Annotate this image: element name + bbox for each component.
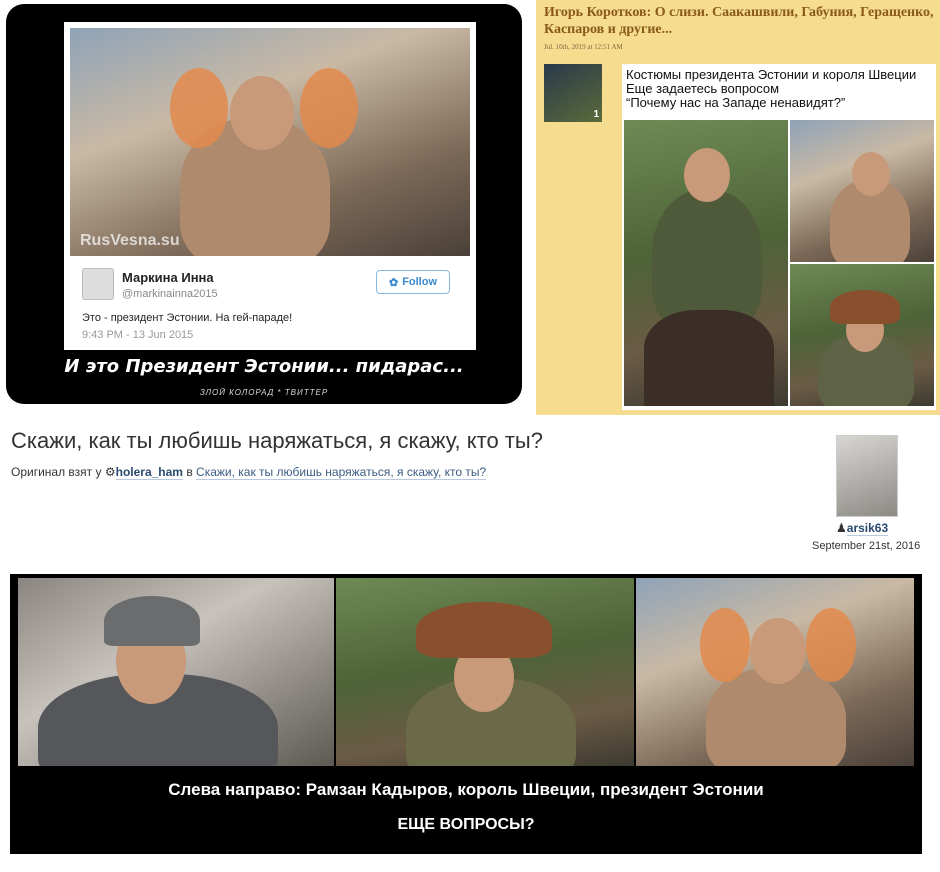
original-in: в — [186, 465, 193, 479]
post-date: September 21st, 2016 — [812, 540, 921, 552]
tweet-author-name: Маркина Инна — [122, 270, 214, 285]
person-head — [230, 76, 294, 150]
meme-subcaption: ЗЛОЙ КОЛОРАД * ТВИТТЕР — [199, 388, 329, 397]
photo-rider — [624, 120, 788, 406]
article-text-line2: Еще задаетесь вопросом — [626, 81, 780, 96]
meme-image-left: RusVesna.su Маркина Инна @markinainna201… — [6, 4, 522, 404]
article-thumbnail[interactable]: 1 — [544, 64, 602, 122]
author-avatar[interactable] — [836, 435, 898, 517]
meme-photo: RusVesna.su — [70, 28, 470, 256]
post-title: Скажи, как ты любишь наряжаться, я скажу… — [11, 428, 543, 453]
wing-decoration — [300, 68, 358, 148]
photo-costume — [790, 120, 934, 262]
tweet-timestamp: 9:43 PM - 13 Jun 2015 — [82, 329, 194, 341]
article-date: Jul. 10th, 2019 at 12:51 AM — [544, 43, 623, 51]
photo-moose-hat — [336, 578, 634, 766]
article-text-line1: Костюмы президента Эстонии и короля Швец… — [626, 67, 917, 82]
article-text-line3: “Почему нас на Западе ненавидят?” — [626, 95, 846, 110]
meme-frame: RusVesna.su Маркина Инна @markinainna201… — [64, 22, 476, 350]
original-user-link[interactable]: holera_ham — [115, 465, 183, 480]
tweet-avatar — [82, 268, 114, 300]
moose-hat — [830, 290, 900, 324]
person-figure — [652, 190, 762, 330]
twitter-bird-icon: ✿ — [388, 276, 399, 289]
meme-subcaption: ЕЩЕ ВОПРОСЫ? — [397, 816, 535, 833]
follow-button[interactable]: ✿ Follow — [376, 270, 450, 294]
original-post-link[interactable]: Скажи, как ты любишь наряжаться, я скажу… — [196, 465, 487, 480]
article-title[interactable]: Игорь Коротков: О слизи. Саакашвили, Габ… — [544, 4, 934, 38]
moose-hat — [416, 602, 552, 658]
photo-costume — [636, 578, 914, 766]
original-source-line: Оригинал взят у ⚙holera_ham в Скажи, как… — [11, 465, 487, 480]
original-prefix: Оригинал взят у — [11, 465, 102, 479]
user-icon: ⚙ — [104, 465, 116, 479]
tweet-handle: @markinainna2015 — [122, 288, 218, 300]
author-line: ♟arsik63 — [836, 521, 889, 536]
follow-label: Follow — [402, 276, 438, 288]
person-head — [750, 618, 806, 684]
wing-decoration — [170, 68, 228, 148]
watermark: RusVesna.su — [80, 232, 180, 249]
article-card: Игорь Коротков: О слизи. Саакашвили, Габ… — [536, 0, 940, 415]
person-head — [852, 152, 890, 196]
meme-caption: И это Президент Эстонии... пидарас... — [64, 356, 464, 377]
wing-decoration — [700, 608, 750, 682]
photo-armor — [18, 578, 334, 766]
horse-shape — [644, 310, 774, 406]
photo-moose-hat — [790, 264, 934, 406]
meme-caption: Слева направо: Рамзан Кадыров, король Шв… — [168, 780, 764, 799]
thumbnail-badge: 1 — [593, 109, 599, 120]
helmet — [104, 596, 200, 646]
tweet-text: Это - президент Эстонии. На гей-параде! — [82, 312, 293, 324]
author-link[interactable]: arsik63 — [846, 521, 889, 536]
person-head — [684, 148, 730, 202]
meme-image-bottom: Слева направо: Рамзан Кадыров, король Шв… — [10, 574, 922, 854]
wing-decoration — [806, 608, 856, 682]
user-icon: ♟ — [836, 521, 847, 535]
article-image-panel: Костюмы президента Эстонии и короля Швец… — [622, 64, 936, 410]
